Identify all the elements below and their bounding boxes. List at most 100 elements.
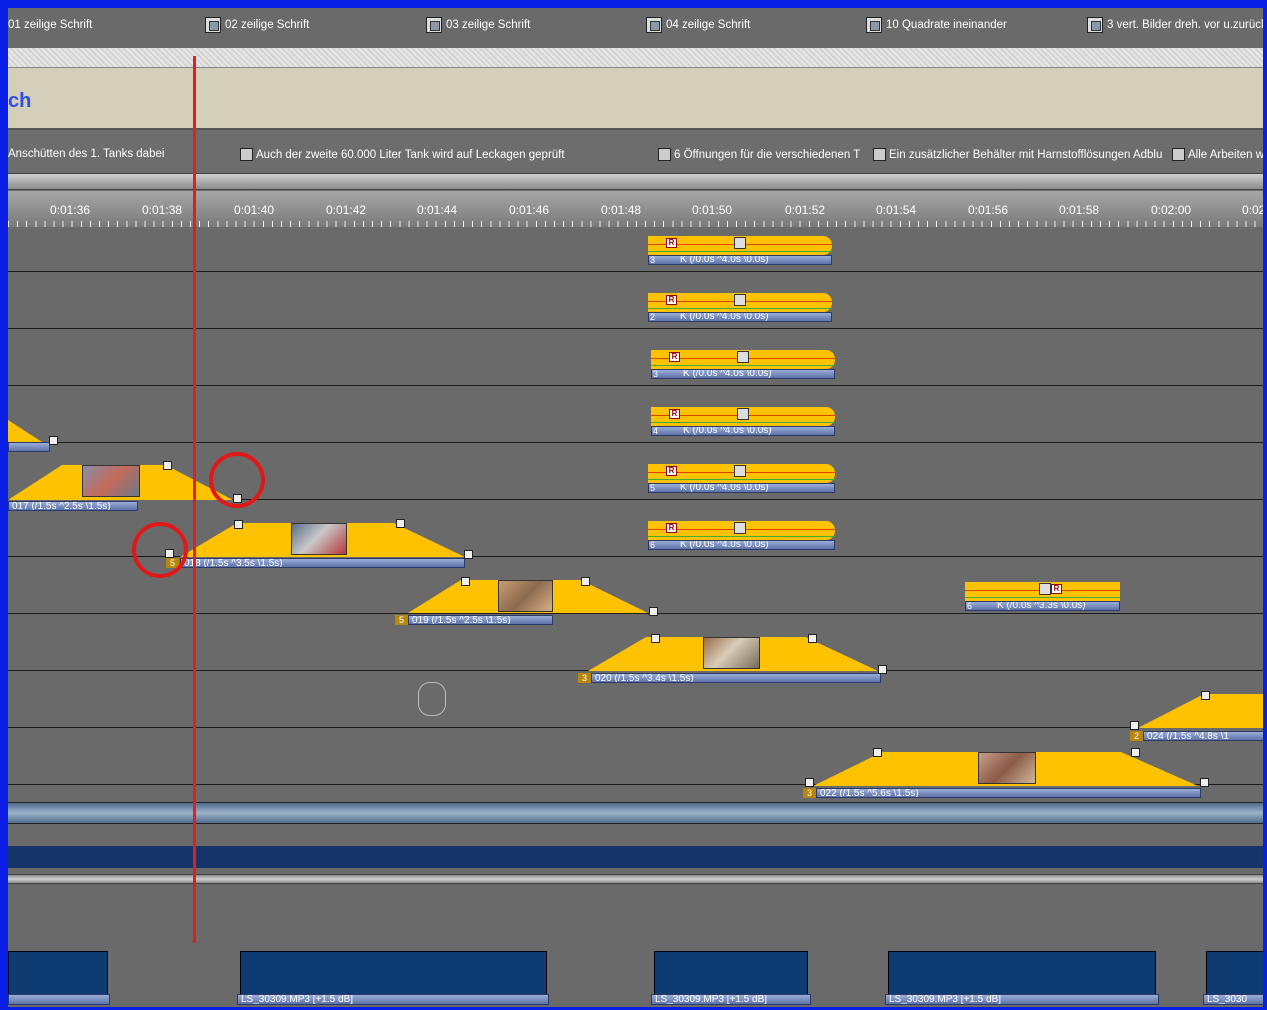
clip-handle[interactable] xyxy=(464,550,473,559)
fx-num: 4 xyxy=(653,426,659,436)
clip-handle[interactable] xyxy=(49,436,58,445)
r-marker-icon: R xyxy=(669,409,680,419)
clip-handle[interactable] xyxy=(581,577,590,586)
caption-item[interactable]: Anschütten des 1. Tanks dabei xyxy=(8,148,164,160)
clip-019-label: 019 (/1.5s ^2.5s \1.5s) xyxy=(408,615,553,625)
effect-icon xyxy=(866,17,882,33)
fx-clip[interactable]: R K (/0.0s ^4.0s \0.0s) 2 xyxy=(648,293,832,322)
time-ruler[interactable]: 0:01:36 0:01:38 0:01:40 0:01:42 0:01:44 … xyxy=(8,191,1265,227)
clip-fade-partial[interactable] xyxy=(8,420,42,442)
effect-item-02[interactable]: 02 zeilige Schrift xyxy=(205,16,309,34)
effect-icon xyxy=(1087,17,1103,33)
effect-icon xyxy=(426,17,442,33)
caption-icon xyxy=(873,148,886,161)
audio-clip-partial[interactable] xyxy=(8,951,108,996)
audio-waveform-track[interactable] xyxy=(8,824,1263,874)
fx-clip[interactable]: R K (/0.0s ^4.0s \0.0s) 4 xyxy=(651,407,835,436)
effect-item-10[interactable]: 10 Quadrate ineinander xyxy=(866,16,1007,34)
annotation-circle xyxy=(209,452,265,508)
ruler-label: 0:01:56 xyxy=(968,203,1009,217)
fx-keyframe[interactable] xyxy=(737,408,749,420)
clip-handle[interactable] xyxy=(651,634,660,643)
fx-clip[interactable]: R K (/0.0s ^4.0s \0.0s) 3 xyxy=(648,236,832,265)
track-line xyxy=(8,727,1263,728)
audio-clip-label: LS_30309.MP3 [+1.5 dB] xyxy=(237,994,549,1005)
audio-divider[interactable] xyxy=(8,874,1263,884)
fx-clip[interactable]: R K (/0.0s ^4.0s \0.0s) 3 xyxy=(651,350,835,379)
audio-clip[interactable] xyxy=(654,951,808,996)
effect-item-3vert[interactable]: 3 vert. Bilder dreh. vor u.zurück xyxy=(1087,16,1263,34)
clip-020-label: 020 (/1.5s ^3.4s \1.5s) xyxy=(591,673,881,683)
fx-clip-right[interactable]: R K (/0.0s ^3.3s \0.0s) 6 xyxy=(965,582,1120,611)
audio-clip[interactable] xyxy=(1206,951,1263,996)
clip-handle[interactable] xyxy=(878,665,887,674)
fx-keyframe[interactable] xyxy=(1039,583,1051,595)
clip-handle[interactable] xyxy=(163,461,172,470)
ruler-label: 0:01:58 xyxy=(1059,203,1100,217)
timeline-editor-window: 01 zeilige Schrift 02 zeilige Schrift 03… xyxy=(0,0,1267,1010)
ruler-label: 0:01:36 xyxy=(50,203,91,217)
clip-handle[interactable] xyxy=(873,748,882,757)
fx-keyframe[interactable] xyxy=(734,294,746,306)
caption-text: Alle Arbeiten w xyxy=(1188,148,1265,161)
audio-track[interactable]: LS_30309.MP3 [+1.5 dB] LS_30309.MP3 [+1.… xyxy=(8,884,1263,1007)
clip-bar-partial[interactable] xyxy=(8,442,50,452)
effect-item-03[interactable]: 03 zeilige Schrift xyxy=(426,16,530,34)
clip-020-num: 3 xyxy=(578,673,591,683)
clip-handle[interactable] xyxy=(396,519,405,528)
fx-keyframe[interactable] xyxy=(734,522,746,534)
r-marker-icon: R xyxy=(666,238,677,248)
clip-handle[interactable] xyxy=(1200,778,1209,787)
fx-keyframe[interactable] xyxy=(737,351,749,363)
ruler-label: 0:01:48 xyxy=(601,203,642,217)
fx-label: K (/0.0s ^3.3s \0.0s) xyxy=(965,601,1120,611)
effect-item-01[interactable]: 01 zeilige Schrift xyxy=(8,16,92,34)
caption-icon xyxy=(1172,148,1185,161)
r-marker-icon: R xyxy=(666,523,677,533)
track-area[interactable]: 017 (/1.5s ^2.5s \1.5s) 5 018 (/1.5s ^3.… xyxy=(8,227,1263,802)
clip-handle[interactable] xyxy=(461,577,470,586)
fx-num: 6 xyxy=(650,540,656,550)
title-track[interactable]: ch xyxy=(8,68,1263,130)
clip-handle[interactable] xyxy=(649,607,658,616)
clip-018-thumbnail xyxy=(291,523,347,555)
caption-item[interactable]: Ein zusätzlicher Behälter mit Harnstoffl… xyxy=(873,148,1162,161)
clip-handle[interactable] xyxy=(234,520,243,529)
clip-handle[interactable] xyxy=(808,634,817,643)
fx-label: K (/0.0s ^4.0s \0.0s) xyxy=(651,426,835,436)
ruler-label: 0:02:00 xyxy=(1151,203,1192,217)
fx-num: 5 xyxy=(650,483,656,493)
clip-handle[interactable] xyxy=(1131,748,1140,757)
fx-clip[interactable]: R K (/0.0s ^4.0s \0.0s) 6 xyxy=(648,521,835,550)
fx-label: K (/0.0s ^4.0s \0.0s) xyxy=(648,483,835,493)
audio-clip[interactable] xyxy=(240,951,547,996)
effect-item-04[interactable]: 04 zeilige Schrift xyxy=(646,16,750,34)
audio-clip[interactable] xyxy=(888,951,1156,996)
fx-clip[interactable]: R K (/0.0s ^4.0s \0.0s) 5 xyxy=(648,464,835,493)
playhead[interactable] xyxy=(193,56,196,943)
fx-keyframe[interactable] xyxy=(734,237,746,249)
horizontal-scrollbar[interactable] xyxy=(8,173,1263,190)
fx-num: 3 xyxy=(653,369,659,379)
caption-text: Anschütten des 1. Tanks dabei xyxy=(8,148,165,160)
effect-label: 02 zeilige Schrift xyxy=(225,19,310,31)
effect-icon xyxy=(205,17,221,33)
caption-item[interactable]: Auch der zweite 60.000 Liter Tank wird a… xyxy=(240,148,565,161)
clip-handle[interactable] xyxy=(1130,721,1139,730)
ruler-label: 0:02 xyxy=(1242,203,1265,217)
marker-strip[interactable] xyxy=(8,48,1263,68)
annotation-circle xyxy=(132,522,188,578)
master-video-lane[interactable] xyxy=(8,802,1263,824)
clip-024-num: 2 xyxy=(1130,731,1143,741)
caption-item[interactable]: Alle Arbeiten w xyxy=(1172,148,1265,161)
track-line xyxy=(8,442,1263,443)
clip-022-label: 022 (/1.5s ^5.6s \1.5s) xyxy=(816,788,1201,798)
track-line xyxy=(8,613,1263,614)
clip-handle[interactable] xyxy=(1201,691,1210,700)
caption-item[interactable]: 6 Öffnungen für die verschiedenen T xyxy=(658,148,860,161)
fx-num: 3 xyxy=(650,255,656,265)
caption-icon xyxy=(658,148,671,161)
clip-handle[interactable] xyxy=(805,778,814,787)
fx-keyframe[interactable] xyxy=(734,465,746,477)
track-line xyxy=(8,328,1263,329)
